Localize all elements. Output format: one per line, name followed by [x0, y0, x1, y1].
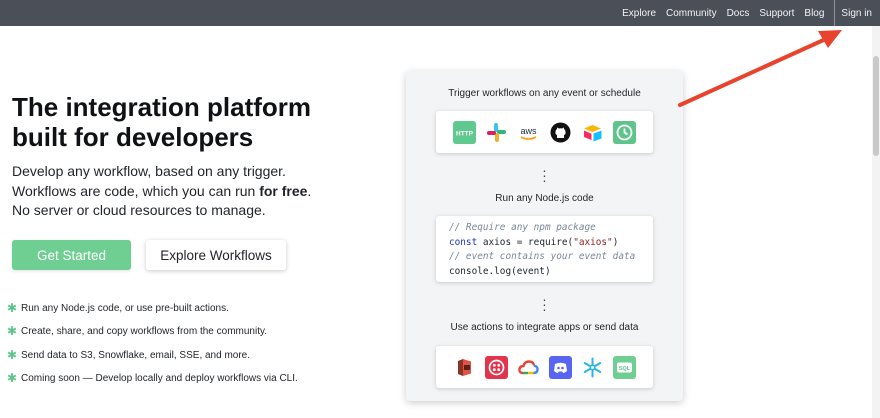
asterisk-icon: ✱ — [7, 347, 18, 362]
code-snippet: // Require any npm package const axios =… — [436, 216, 653, 279]
hero-subtitle-line-1: Develop any workflow, based on any trigg… — [12, 163, 286, 179]
aws-icon: aws — [517, 121, 540, 144]
explore-workflows-button[interactable]: Explore Workflows — [146, 240, 286, 270]
code-comment-line: // event contains your event data — [449, 251, 636, 262]
hero-subtitle-line-2-text: Workflows are code, which you can run — [12, 182, 260, 199]
nav-links: Explore Community Docs Support Blog Sign… — [622, 0, 880, 26]
feature-item: ✱ Create, share, and copy workflows from … — [7, 320, 298, 343]
connector-dots: · · · — [542, 291, 547, 317]
workflow-illustration-panel: Trigger workflows on any event or schedu… — [406, 71, 683, 401]
hero-subtitle-line-2-period: . — [307, 182, 312, 199]
http-icon: HTTP — [453, 120, 476, 144]
feature-list: ✱ Run any Node.js code, or use pre-built … — [7, 297, 298, 390]
amazon-s3-icon — [453, 356, 476, 379]
code-text: ) — [612, 236, 619, 248]
trigger-apps-card: HTTP aws — [436, 111, 653, 153]
hero-subtitle: Develop any workflow, based on any trigg… — [12, 162, 342, 221]
asterisk-icon: ✱ — [7, 324, 18, 339]
action-apps-card: SQL — [436, 346, 653, 388]
clock-icon — [613, 120, 636, 144]
asterisk-icon: ✱ — [7, 301, 18, 315]
sql-icon: SQL — [613, 355, 636, 379]
node-code-title: Run any Node.js code — [495, 193, 594, 204]
http-icon-label: HTTP — [456, 130, 474, 137]
feature-text: Run any Node.js code, or use pre-built a… — [21, 303, 229, 314]
hero-subtitle-line-3: No server or cloud resources to manage. — [12, 202, 266, 218]
slack-icon — [485, 121, 508, 144]
code-text: axios = require( — [477, 236, 574, 248]
nav-support[interactable]: Support — [759, 8, 794, 19]
nav-docs[interactable]: Docs — [727, 8, 750, 19]
connector-dots: · · · — [542, 162, 547, 188]
sign-in-link[interactable]: Sign in — [834, 0, 872, 26]
github-icon — [549, 121, 572, 144]
airtable-icon — [581, 121, 604, 144]
actions-title: Use actions to integrate apps or send da… — [450, 322, 639, 333]
snowflake-icon — [581, 356, 604, 379]
hero-subtitle-line-2: Workflows are code, which you can run fo… — [12, 182, 342, 202]
google-cloud-icon — [517, 356, 540, 379]
code-card: // Require any npm package const axios =… — [436, 216, 653, 282]
code-comment-line: // Require any npm package — [449, 222, 596, 233]
aws-icon-label: aws — [520, 126, 537, 136]
code-keyword: const — [449, 236, 478, 248]
twilio-icon — [485, 355, 508, 379]
code-text-line: console.log(event) — [449, 265, 551, 277]
feature-text: Coming soon — Develop locally and deploy… — [21, 372, 298, 384]
get-started-button[interactable]: Get Started — [12, 240, 131, 270]
top-nav-bar: Explore Community Docs Support Blog Sign… — [0, 0, 880, 26]
nav-community[interactable]: Community — [666, 8, 717, 19]
code-string: "axios" — [573, 236, 613, 248]
feature-text: Send data to S3, Snowflake, email, SSE, … — [21, 349, 251, 361]
asterisk-icon: ✱ — [7, 370, 18, 385]
feature-item: ✱ Send data to S3, Snowflake, email, SSE,… — [7, 344, 298, 367]
feature-item: ✱ Coming soon — Develop locally and deplo… — [7, 367, 298, 390]
scrollbar-track[interactable] — [872, 26, 880, 418]
trigger-title: Trigger workflows on any event or schedu… — [448, 88, 641, 99]
sql-icon-label: SQL — [619, 366, 631, 372]
feature-text: Create, share, and copy workflows from t… — [21, 326, 268, 338]
hero-subtitle-free-emphasis: for free — [259, 182, 308, 199]
nav-explore[interactable]: Explore — [622, 8, 656, 19]
hero-title: The integration platform built for devel… — [12, 92, 311, 152]
scrollbar-thumb[interactable] — [873, 56, 879, 156]
discord-icon — [549, 355, 572, 379]
nav-blog[interactable]: Blog — [804, 8, 824, 19]
feature-item: ✱ Run any Node.js code, or use pre-built … — [7, 297, 298, 320]
